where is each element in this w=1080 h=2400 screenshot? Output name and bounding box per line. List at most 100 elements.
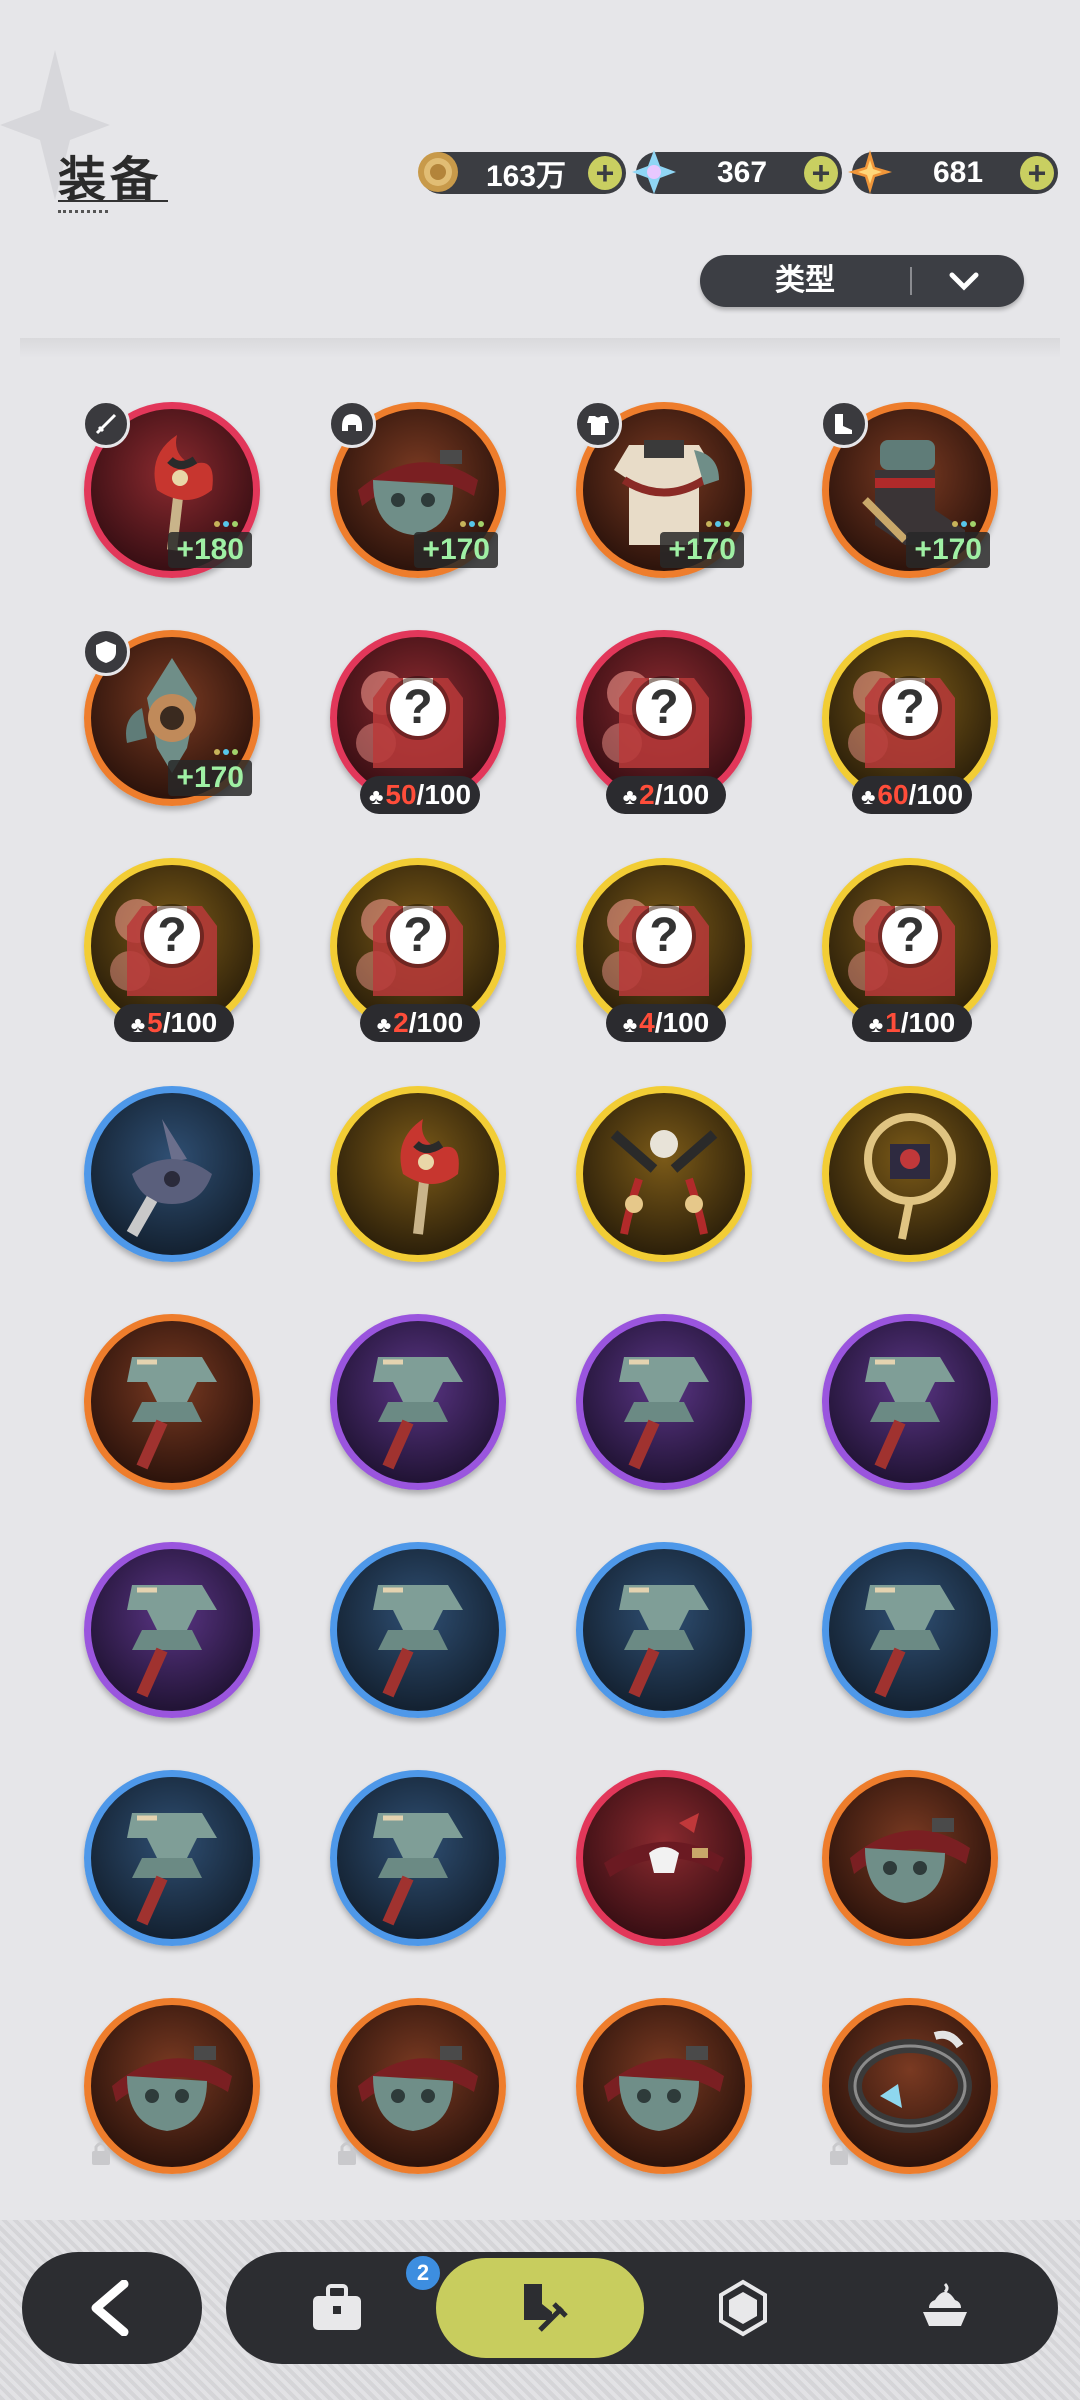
fragment-current: 2 (639, 779, 655, 810)
equipment-item[interactable]: +170 (328, 400, 506, 578)
boots-icon (835, 414, 852, 434)
fragment-total: /100 (408, 1007, 464, 1038)
fragment-icon: ♣ (860, 784, 876, 809)
equipment-item[interactable] (84, 1542, 260, 1718)
equipment-item[interactable]: ? ♣1/100 (822, 858, 998, 1042)
fragment-total: /100 (654, 1007, 710, 1038)
socket-dot (715, 521, 721, 527)
socket-dot (460, 521, 466, 527)
fragment-current: 4 (639, 1007, 655, 1038)
equipment-item[interactable] (576, 1770, 752, 1946)
sword-icon (95, 413, 117, 435)
equipment-item[interactable] (84, 1086, 260, 1262)
fragment-progress: ♣1/100 (852, 1004, 972, 1042)
equipment-item[interactable] (330, 1314, 506, 1490)
equipment-item[interactable] (576, 1542, 752, 1718)
hammer-icon (373, 1813, 463, 1926)
slot-badge (820, 400, 868, 448)
enhance-level: +180 (168, 532, 252, 568)
fragment-total: /100 (900, 1007, 956, 1038)
equipment-item[interactable] (576, 1998, 752, 2174)
hammer-icon (127, 1585, 217, 1698)
equipment-item[interactable] (84, 1314, 260, 1490)
unknown-mark-icon: ? (636, 680, 692, 736)
belt-icon (358, 2046, 478, 2131)
socket-dots (457, 514, 484, 532)
fragment-current: 2 (393, 1007, 409, 1038)
equipment-item[interactable] (822, 1770, 998, 1946)
helmet-icon (342, 414, 362, 431)
hexagon-icon (719, 2279, 767, 2337)
ring-band-icon (848, 2030, 972, 2133)
equipment-item[interactable] (822, 1086, 998, 1262)
equipment-item[interactable] (330, 1542, 506, 1718)
equipment-item[interactable] (330, 1998, 506, 2174)
unknown-mark-icon: ? (882, 680, 938, 736)
socket-dot (724, 521, 730, 527)
slot-badge (82, 400, 130, 448)
socket-dots (211, 742, 238, 760)
fragment-total: /100 (654, 779, 710, 810)
dessert-icon (923, 2282, 967, 2326)
hammer-icon (373, 1585, 463, 1698)
fragment-icon: ♣ (868, 1012, 884, 1037)
equipment-item[interactable]: ? ♣60/100 (822, 630, 998, 814)
fragment-total: /100 (908, 779, 964, 810)
unknown-mark-icon: ? (144, 908, 200, 964)
nav-equipment-button[interactable] (465, 2252, 615, 2364)
equipment-item[interactable]: +180 (82, 400, 260, 578)
nav-food-button[interactable] (870, 2252, 1020, 2364)
fragment-current: 5 (147, 1007, 163, 1038)
fragment-progress: ♣5/100 (114, 1004, 234, 1042)
equipment-item[interactable] (576, 1086, 752, 1262)
unknown-mark-icon: ? (636, 908, 692, 964)
equipment-item[interactable]: ? ♣2/100 (330, 858, 506, 1042)
slot-badge (574, 400, 622, 448)
equipment-item[interactable] (822, 1542, 998, 1718)
horn-weapon-icon (126, 1119, 212, 1237)
nav-inventory-button[interactable] (262, 2252, 412, 2364)
fragment-progress: ♣60/100 (852, 776, 972, 814)
fragment-current: 60 (877, 779, 909, 810)
slot-badge (328, 400, 376, 448)
fragment-progress: ♣2/100 (360, 1004, 480, 1042)
enhance-level: +170 (906, 532, 990, 568)
equipment-item[interactable] (84, 1998, 260, 2174)
hammer-icon (865, 1357, 955, 1470)
fragment-progress: ♣50/100 (360, 776, 480, 814)
equipment-item[interactable]: ? ♣5/100 (84, 858, 260, 1042)
equipment-item[interactable]: +170 (820, 400, 998, 578)
nav-core-button[interactable] (668, 2252, 818, 2364)
equipment-item[interactable] (330, 1086, 506, 1262)
armor-icon (587, 416, 609, 435)
equipment-item[interactable] (84, 1770, 260, 1946)
fragment-icon: ♣ (622, 1012, 638, 1037)
socket-dot (970, 521, 976, 527)
equipment-icon (524, 2284, 568, 2332)
socket-dot (223, 521, 229, 527)
equipment-item[interactable]: ? ♣2/100 (576, 630, 752, 814)
unknown-mark-icon: ? (390, 908, 446, 964)
unknown-mark-icon: ? (882, 908, 938, 964)
equipment-item[interactable] (330, 1770, 506, 1946)
belt-icon (112, 2046, 232, 2131)
equipment-item[interactable] (822, 1314, 998, 1490)
lock-icon (830, 2142, 848, 2165)
enhance-level: +170 (660, 532, 744, 568)
back-button[interactable] (22, 2252, 202, 2364)
fragment-icon: ♣ (622, 784, 638, 809)
equipment-item[interactable]: ? ♣50/100 (330, 630, 506, 814)
hammer-icon (619, 1585, 709, 1698)
hammer-icon (373, 1357, 463, 1470)
inventory-badge: 2 (404, 2254, 442, 2292)
socket-dot (961, 521, 967, 527)
equipment-item[interactable]: +170 (574, 400, 752, 578)
equipment-item[interactable] (576, 1314, 752, 1490)
fragment-progress: ♣4/100 (606, 1004, 726, 1042)
socket-dot (232, 749, 238, 755)
socket-dot (214, 521, 220, 527)
equipment-item[interactable]: +170 (82, 628, 260, 806)
equipment-item[interactable] (822, 1998, 998, 2174)
equipment-item[interactable]: ? ♣4/100 (576, 858, 752, 1042)
fragment-progress: ♣2/100 (606, 776, 726, 814)
